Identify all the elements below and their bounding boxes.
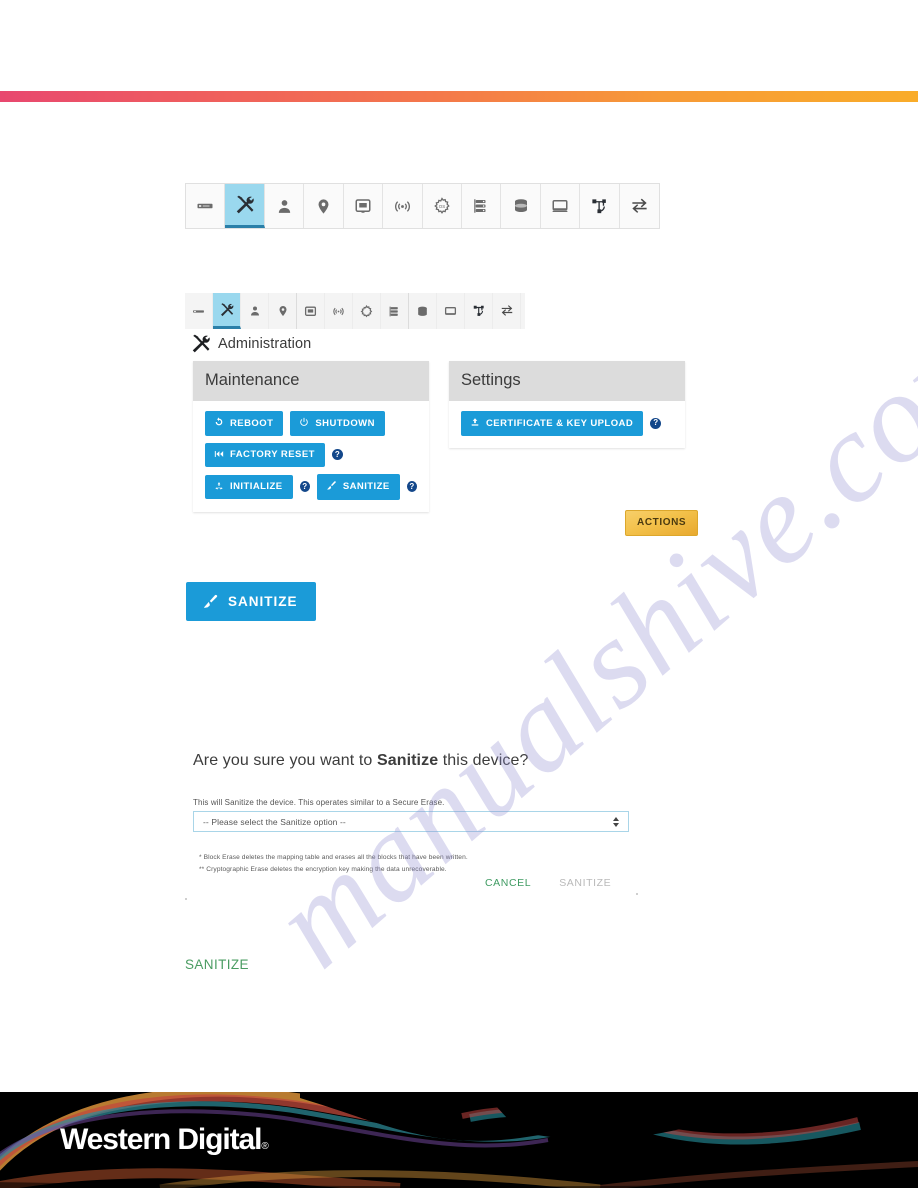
sanitize-label: SANITIZE — [342, 481, 390, 492]
maintenance-card-header: Maintenance — [193, 361, 429, 401]
initialize-label: INITIALIZE — [230, 481, 283, 492]
certificate-key-upload-button[interactable]: CERTIFICATE & KEY UPLOAD — [461, 411, 644, 436]
page-root: OS Administration Maintenance REBOOT SHU… — [0, 0, 918, 1188]
administration-screenshot: Administration Maintenance REBOOT SHUTDO… — [185, 288, 699, 536]
brand-name: Western Digital — [60, 1123, 262, 1156]
toolbar-item-transfer-icon[interactable] — [619, 184, 660, 228]
maintenance-row-1: REBOOT SHUTDOWN — [205, 411, 417, 436]
stepper-arrows-icon — [613, 816, 619, 827]
dialog-footnotes: * Block Erase deletes the mapping table … — [199, 854, 645, 873]
sanitize-confirm-dialog: Are you sure you want to Sanitize this d… — [185, 752, 645, 889]
green-sanitize-label: SANITIZE — [185, 957, 249, 972]
toolbar-item-database-icon[interactable] — [501, 184, 541, 228]
svg-text:OS: OS — [438, 204, 445, 209]
main-toolbar[interactable]: OS — [185, 183, 660, 229]
dialog-question-emphasis: Sanitize — [376, 752, 439, 769]
dialog-description: This will Sanitize the device. This oper… — [193, 798, 445, 807]
settings-card: Settings CERTIFICATE & KEY UPLOAD ? — [449, 361, 685, 448]
subtoolbar-item-drives-icon[interactable] — [381, 293, 409, 329]
toolbar-item-enclosure-icon[interactable] — [343, 184, 384, 228]
rewind-icon — [214, 449, 224, 462]
sanitize-help-icon[interactable]: ? — [406, 481, 417, 493]
subtoolbar-item-monitor-icon[interactable] — [437, 293, 465, 329]
page-title: Administration — [218, 336, 312, 352]
toolbar-item-drives-icon[interactable] — [461, 184, 502, 228]
power-icon — [299, 417, 309, 430]
reboot-label: REBOOT — [230, 417, 274, 429]
western-digital-logo: Western Digital® — [60, 1123, 269, 1157]
toolbar-item-topology-icon[interactable] — [580, 184, 620, 228]
subtoolbar-item-enclosure-icon[interactable] — [297, 293, 325, 329]
settings-row-1: CERTIFICATE & KEY UPLOAD ? — [461, 411, 673, 436]
brush-icon — [326, 480, 337, 494]
subtoolbar-item-gear-os-icon[interactable] — [353, 293, 381, 329]
reboot-button[interactable]: REBOOT — [205, 411, 284, 436]
subtoolbar-item-database-icon[interactable] — [409, 293, 437, 329]
top-gradient-rule — [0, 91, 918, 102]
footnote-block-erase: * Block Erase deletes the mapping table … — [199, 854, 468, 861]
factory-reset-label: FACTORY RESET — [230, 449, 315, 460]
certificate-key-upload-label: CERTIFICATE & KEY UPLOAD — [486, 417, 634, 429]
brush-icon — [202, 593, 219, 610]
dialog-question: Are you sure you want to Sanitize this d… — [193, 752, 645, 770]
toolbar-item-wireless-icon[interactable] — [383, 184, 423, 228]
dialog-cancel-button[interactable]: CANCEL — [485, 877, 531, 889]
subtoolbar-item-user-icon[interactable] — [241, 293, 269, 329]
subtoolbar-item-location-pin-icon[interactable] — [269, 293, 297, 329]
sanitize-option-select-value: -- Please select the Sanitize option -- — [203, 816, 346, 827]
dialog-bottom-mark-left — [185, 898, 187, 900]
subtoolbar-item-transfer-icon[interactable] — [493, 293, 521, 329]
initialize-button[interactable]: INITIALIZE — [205, 474, 293, 499]
reboot-icon — [214, 417, 224, 430]
settings-card-header: Settings — [449, 361, 685, 401]
subtoolbar-item-topology-icon[interactable] — [465, 293, 493, 329]
sub-toolbar[interactable] — [185, 293, 525, 329]
factory-reset-button[interactable]: FACTORY RESET — [205, 442, 325, 467]
dialog-sanitize-button: SANITIZE — [559, 877, 612, 889]
page-title-row: Administration — [190, 333, 311, 355]
subtoolbar-item-server-icon[interactable] — [185, 293, 213, 329]
settings-title: Settings — [461, 371, 521, 389]
standalone-sanitize-button[interactable]: SANITIZE — [186, 582, 316, 621]
recycle-icon — [214, 481, 224, 494]
dialog-bottom-mark-right — [636, 893, 638, 895]
watermark-overlay: manualshive.com — [0, 0, 918, 1188]
toolbar-item-gear-os-icon[interactable]: OS — [422, 184, 462, 228]
sanitize-option-select[interactable]: -- Please select the Sanitize option -- — [193, 811, 629, 832]
actions-button[interactable]: ACTIONS — [625, 510, 699, 536]
maintenance-card-body: REBOOT SHUTDOWN FACTORY RESET ? INITIALI… — [193, 401, 429, 512]
toolbar-item-server-icon[interactable] — [186, 184, 226, 228]
toolbar-item-tools-icon[interactable] — [225, 184, 265, 228]
subtoolbar-item-wireless-icon[interactable] — [325, 293, 353, 329]
toolbar-item-location-pin-icon[interactable] — [304, 184, 344, 228]
initialize-help-icon[interactable]: ? — [299, 481, 310, 493]
maintenance-title: Maintenance — [205, 371, 300, 389]
registered-mark: ® — [261, 1141, 268, 1152]
dialog-question-suffix: this device? — [438, 752, 529, 769]
dialog-question-prefix: Are you sure you want to — [193, 752, 377, 769]
standalone-sanitize-label: SANITIZE — [228, 593, 298, 609]
dialog-actions: CANCEL SANITIZE — [485, 877, 611, 889]
settings-card-body: CERTIFICATE & KEY UPLOAD ? — [449, 401, 685, 448]
shutdown-button[interactable]: SHUTDOWN — [290, 411, 385, 436]
maintenance-card: Maintenance REBOOT SHUTDOWN FACTORY RESE… — [193, 361, 429, 512]
tools-icon — [190, 333, 212, 355]
maintenance-row-3: INITIALIZE ? SANITIZE ? — [205, 474, 417, 500]
footnote-crypto-erase: ** Cryptographic Erase deletes the encry… — [199, 866, 447, 873]
toolbar-item-user-icon[interactable] — [264, 184, 305, 228]
upload-icon — [470, 417, 480, 430]
factory-reset-help-icon[interactable]: ? — [331, 449, 343, 461]
subtoolbar-item-tools-icon[interactable] — [213, 293, 241, 329]
sanitize-button[interactable]: SANITIZE — [316, 474, 400, 500]
certificate-key-upload-help-icon[interactable]: ? — [650, 417, 662, 429]
shutdown-label: SHUTDOWN — [315, 417, 375, 429]
footer: Western Digital® — [0, 1092, 918, 1188]
maintenance-row-2: FACTORY RESET ? — [205, 442, 417, 467]
toolbar-item-monitor-icon[interactable] — [540, 184, 581, 228]
